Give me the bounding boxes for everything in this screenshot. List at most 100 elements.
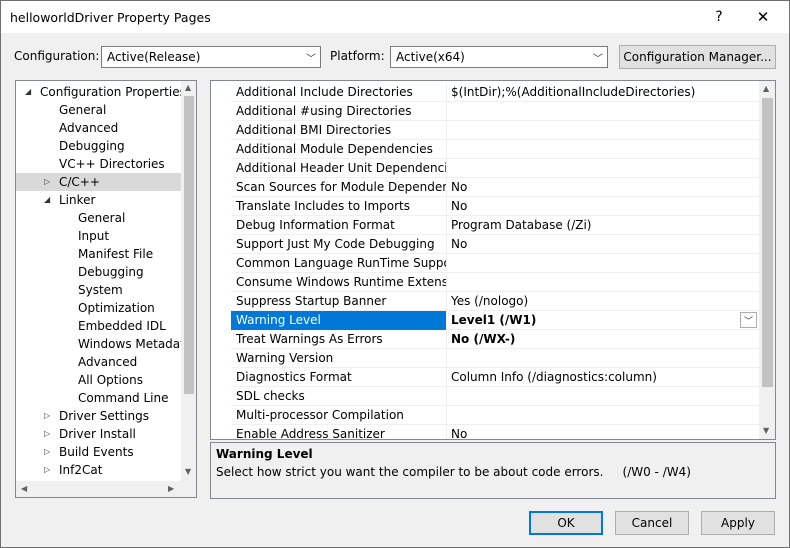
tree-item[interactable]: ▷ C/C++: [16, 173, 181, 191]
apply-button[interactable]: Apply: [701, 511, 775, 535]
tree-item[interactable]: ◢ Linker: [16, 191, 181, 209]
property-value[interactable]: Yes (/nologo): [447, 292, 759, 311]
property-row[interactable]: Additional Module Dependencies: [231, 140, 759, 159]
collapse-triangle-icon[interactable]: ◢: [25, 83, 31, 101]
property-value[interactable]: [447, 102, 759, 121]
tree-item[interactable]: VC++ Directories: [16, 155, 181, 173]
property-name: Support Just My Code Debugging: [231, 235, 447, 254]
collapse-triangle-icon[interactable]: ◢: [44, 191, 50, 209]
tree-item[interactable]: General: [16, 101, 181, 119]
expand-triangle-icon[interactable]: ▷: [44, 461, 50, 479]
property-value[interactable]: [447, 121, 759, 140]
tree-item[interactable]: Optimization: [16, 299, 181, 317]
chevron-down-icon: ﹀: [306, 54, 316, 65]
property-row[interactable]: Suppress Startup Banner Yes (/nologo): [231, 292, 759, 311]
tree-item-label: Driver Settings: [59, 409, 149, 423]
property-value[interactable]: $(IntDir);%(AdditionalIncludeDirectories…: [447, 83, 759, 102]
tree-item[interactable]: General: [16, 209, 181, 227]
scroll-up-icon[interactable]: ▲: [763, 84, 769, 93]
platform-select[interactable]: Active(x64) ﹀: [390, 46, 608, 68]
property-value[interactable]: [447, 254, 759, 273]
tree-item[interactable]: Debugging: [16, 137, 181, 155]
tree-item-label: General: [59, 103, 107, 117]
property-value[interactable]: [447, 406, 759, 425]
help-button[interactable]: ?: [699, 1, 739, 33]
property-value[interactable]: Level1 (/W1): [447, 311, 759, 330]
property-value[interactable]: [447, 349, 759, 368]
tree-item[interactable]: System: [16, 281, 181, 299]
property-row[interactable]: Consume Windows Runtime Extension: [231, 273, 759, 292]
property-value[interactable]: No: [447, 197, 759, 216]
property-row[interactable]: Scan Sources for Module DependenciesNo: [231, 178, 759, 197]
property-row[interactable]: Treat Warnings As Errors No (/WX-): [231, 330, 759, 349]
tree-item[interactable]: Input: [16, 227, 181, 245]
property-row[interactable]: Multi-processor Compilation: [231, 406, 759, 425]
tree-item[interactable]: Advanced: [16, 119, 181, 137]
tree-item[interactable]: Manifest File: [16, 245, 181, 263]
tree-item[interactable]: ▷ Build Events: [16, 443, 181, 461]
tree-item[interactable]: ▷ Driver Settings: [16, 407, 181, 425]
property-value[interactable]: Program Database (/Zi): [447, 216, 759, 235]
property-row[interactable]: Additional Include Directories $(IntDir);…: [231, 83, 759, 102]
expand-triangle-icon[interactable]: ▷: [44, 425, 50, 443]
property-row[interactable]: Common Language RunTime Support: [231, 254, 759, 273]
property-row[interactable]: Diagnostics Format Column Info (/diagnost…: [231, 368, 759, 387]
configuration-value: Active(Release): [107, 50, 201, 64]
cancel-button[interactable]: Cancel: [615, 511, 689, 535]
tree-vertical-scrollbar[interactable]: ▲ ▼: [181, 81, 196, 481]
tree-item-label: Windows Metadata: [78, 337, 193, 351]
property-value[interactable]: [447, 140, 759, 159]
tree-item[interactable]: All Options: [16, 371, 181, 389]
scroll-left-icon[interactable]: ◀: [21, 484, 27, 493]
property-row[interactable]: Additional #using Directories: [231, 102, 759, 121]
tree-item-label: Linker: [59, 193, 96, 207]
property-name: Additional #using Directories: [231, 102, 447, 121]
close-button[interactable]: ✕: [743, 1, 783, 33]
property-value[interactable]: [447, 159, 759, 178]
property-row[interactable]: Support Just My Code Debugging No: [231, 235, 759, 254]
chevron-down-icon[interactable]: ﹀: [740, 312, 757, 328]
tree-horizontal-scrollbar[interactable]: ◀ ▶: [16, 481, 196, 497]
scroll-up-icon[interactable]: ▲: [185, 83, 191, 92]
expand-triangle-icon[interactable]: ▷: [44, 407, 50, 425]
tree-item[interactable]: Debugging: [16, 263, 181, 281]
tree-scroll-thumb[interactable]: [184, 96, 194, 394]
property-row[interactable]: Additional Header Unit Dependencies: [231, 159, 759, 178]
property-value[interactable]: [447, 387, 759, 406]
configuration-manager-button[interactable]: Configuration Manager...: [619, 45, 776, 69]
expand-triangle-icon[interactable]: ▷: [44, 443, 50, 461]
property-row[interactable]: Warning Version: [231, 349, 759, 368]
property-value[interactable]: No: [447, 235, 759, 254]
property-value[interactable]: No: [447, 178, 759, 197]
tree-item-label: Driver Install: [59, 427, 136, 441]
tree-item[interactable]: ▷ Inf2Cat: [16, 461, 181, 479]
property-name: Scan Sources for Module Dependencies: [231, 178, 447, 197]
property-value[interactable]: No (/WX-): [447, 330, 759, 349]
tree-item[interactable]: ▷ Driver Install: [16, 425, 181, 443]
property-value[interactable]: No: [447, 425, 759, 439]
expand-triangle-icon[interactable]: ▷: [44, 173, 50, 191]
property-row[interactable]: Translate Includes to Imports No: [231, 197, 759, 216]
scroll-right-icon[interactable]: ▶: [168, 484, 174, 493]
property-name: Multi-processor Compilation: [231, 406, 447, 425]
tree-item[interactable]: ◢ Configuration Properties: [16, 83, 186, 101]
grid-vertical-scrollbar[interactable]: ▲ ▼: [759, 81, 775, 439]
tree-item-label: Inf2Cat: [59, 463, 103, 477]
tree-item[interactable]: Embedded IDL: [16, 317, 181, 335]
property-row[interactable]: Additional BMI Directories: [231, 121, 759, 140]
property-row[interactable]: Enable Address Sanitizer No: [231, 425, 759, 439]
tree-item-label: Advanced: [78, 355, 138, 369]
property-value[interactable]: Column Info (/diagnostics:column): [447, 368, 759, 387]
tree-item[interactable]: Command Line: [16, 389, 181, 407]
property-row[interactable]: Debug Information Format Program Database…: [231, 216, 759, 235]
grid-scroll-thumb[interactable]: [762, 98, 773, 387]
configuration-select[interactable]: Active(Release) ﹀: [101, 46, 321, 68]
scroll-down-icon[interactable]: ▼: [185, 467, 191, 476]
tree-item[interactable]: Advanced: [16, 353, 181, 371]
scroll-down-icon[interactable]: ▼: [763, 426, 769, 435]
property-row[interactable]: SDL checks: [231, 387, 759, 406]
property-row[interactable]: Warning Level Level1 (/W1) ﹀: [231, 311, 759, 330]
ok-button[interactable]: OK: [529, 511, 603, 535]
tree-item[interactable]: Windows Metadata: [16, 335, 192, 353]
property-value[interactable]: [447, 273, 759, 292]
